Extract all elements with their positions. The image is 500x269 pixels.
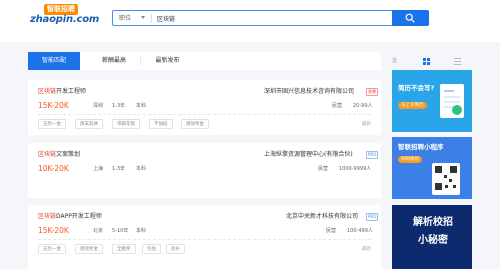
company-type: 民营	[332, 103, 343, 109]
company-type: 民营	[326, 228, 337, 234]
job-title-keyword: 区块链	[38, 151, 57, 158]
job-city: 北京	[93, 228, 104, 234]
search-type-select[interactable]: 职位	[119, 14, 131, 23]
job-education: 本科	[136, 166, 147, 172]
welfare-tag: 五险一金	[38, 119, 66, 129]
zhaopin-logo[interactable]: 智联招聘 zhaopin.com	[30, 4, 99, 34]
job-experience: 1-3年	[112, 103, 126, 109]
ad-button[interactable]: 马上写简历	[398, 102, 427, 109]
welfare-tag: 全勤奖	[112, 244, 136, 254]
company-name[interactable]: 上海纵擎资源管理中心(有限合伙)	[264, 150, 353, 159]
welfare-tag: 绩效奖金	[181, 119, 209, 129]
welfare-tag: 不加班	[149, 119, 173, 129]
welfare-tag: 包住	[142, 244, 161, 254]
job-title[interactable]: 区块链开发工程师	[38, 87, 86, 96]
card-divider	[38, 114, 371, 115]
job-education: 本科	[136, 103, 147, 109]
resume-document-icon	[440, 84, 464, 118]
welfare-tag: 周末双休	[75, 119, 103, 129]
campus-recruit-ad-banner[interactable]: 解析校招 小秘密	[392, 205, 472, 269]
job-experience: 5-10年	[112, 228, 129, 234]
job-title[interactable]: 区块链文案策划	[38, 150, 80, 159]
job-title-rest: DAPP开发工程师	[56, 213, 102, 220]
company-name[interactable]: 北京中关新才科技有限公司	[286, 212, 358, 221]
job-card[interactable]: 区块链开发工程师 15K-20K 深圳 1-3年 本科 深圳市国兴信息技术咨询有…	[28, 80, 381, 135]
tab-highest-salary[interactable]: 薪酬最高	[88, 52, 140, 70]
qr-code-icon	[432, 163, 460, 195]
pro-badge: PRO	[366, 213, 379, 221]
welfare-tag: 房补	[166, 244, 185, 254]
sort-tabbar: 智能匹配 薪酬最高 最新发布 显示方式	[28, 52, 461, 118]
job-title-keyword: 区块链	[38, 213, 57, 220]
chevron-down-icon[interactable]	[141, 16, 145, 19]
welfare-tag: 带薪年假	[112, 119, 140, 129]
search-divider	[151, 14, 152, 23]
job-title-rest: 开发工程师	[56, 88, 87, 95]
card-divider	[38, 239, 371, 240]
grid-view-icon[interactable]	[423, 58, 430, 65]
ad-title: 简历不会写?	[398, 84, 435, 92]
company-size: 1000-9999人	[339, 166, 372, 172]
company-size: 20-99人	[353, 103, 373, 109]
company-name[interactable]: 深圳市国兴信息技术咨询有限公司	[264, 87, 354, 96]
job-salary: 15K-20K	[38, 101, 69, 110]
job-salary: 15K-20K	[38, 226, 69, 235]
job-city: 深圳	[93, 103, 104, 109]
logo-main-text: zhaopin.com	[30, 14, 100, 25]
job-experience: 1-3年	[112, 166, 126, 172]
search-box: 职位	[112, 10, 392, 26]
job-title-keyword: 区块链	[38, 88, 57, 95]
job-city: 上海	[93, 166, 104, 172]
job-salary: 10K-20K	[38, 164, 69, 173]
company-type: 民营	[318, 166, 329, 172]
search-input[interactable]	[157, 13, 377, 24]
job-education: 本科	[136, 228, 147, 234]
search-button[interactable]	[392, 10, 429, 26]
ad-title-line-2: 小秘密	[418, 235, 448, 246]
tab-latest[interactable]: 最新发布	[140, 52, 195, 70]
top-header: 智联招聘 zhaopin.com 职位	[0, 0, 500, 42]
pro-badge: PRO	[366, 151, 379, 159]
ad-button[interactable]: 扫码体验	[398, 156, 422, 163]
ad-title-line-1: 解析校招	[413, 217, 453, 228]
resume-ad-banner[interactable]: 简历不会写? 马上写简历	[392, 70, 472, 132]
welfare-tag: 五险一金	[38, 244, 66, 254]
job-card[interactable]: 区块链DAPP开发工程师 15K-20K 北京 5-10年 本科 北京中关新才科…	[28, 205, 381, 269]
search-icon	[405, 13, 415, 23]
list-view-icon[interactable]	[454, 58, 461, 65]
job-card[interactable]: 区块链文案策划 10K-20K 上海 1-3年 本科 上海纵擎资源管理中心(有限…	[28, 143, 381, 198]
miniprogram-ad-banner[interactable]: 智联招聘小程序 扫码体验	[392, 137, 472, 199]
welfare-tag: 绩效奖金	[75, 244, 103, 254]
company-size: 100-499人	[347, 228, 373, 234]
job-title-rest: 文案策划	[56, 151, 81, 158]
post-time: 最新	[362, 122, 371, 127]
tab-smart-match[interactable]: 智能匹配	[28, 52, 80, 70]
ad-title: 智联招聘小程序	[398, 143, 444, 151]
job-title[interactable]: 区块链DAPP开发工程师	[38, 212, 102, 221]
post-time: 最新	[362, 247, 371, 252]
urgent-badge: 急聘	[366, 88, 378, 96]
